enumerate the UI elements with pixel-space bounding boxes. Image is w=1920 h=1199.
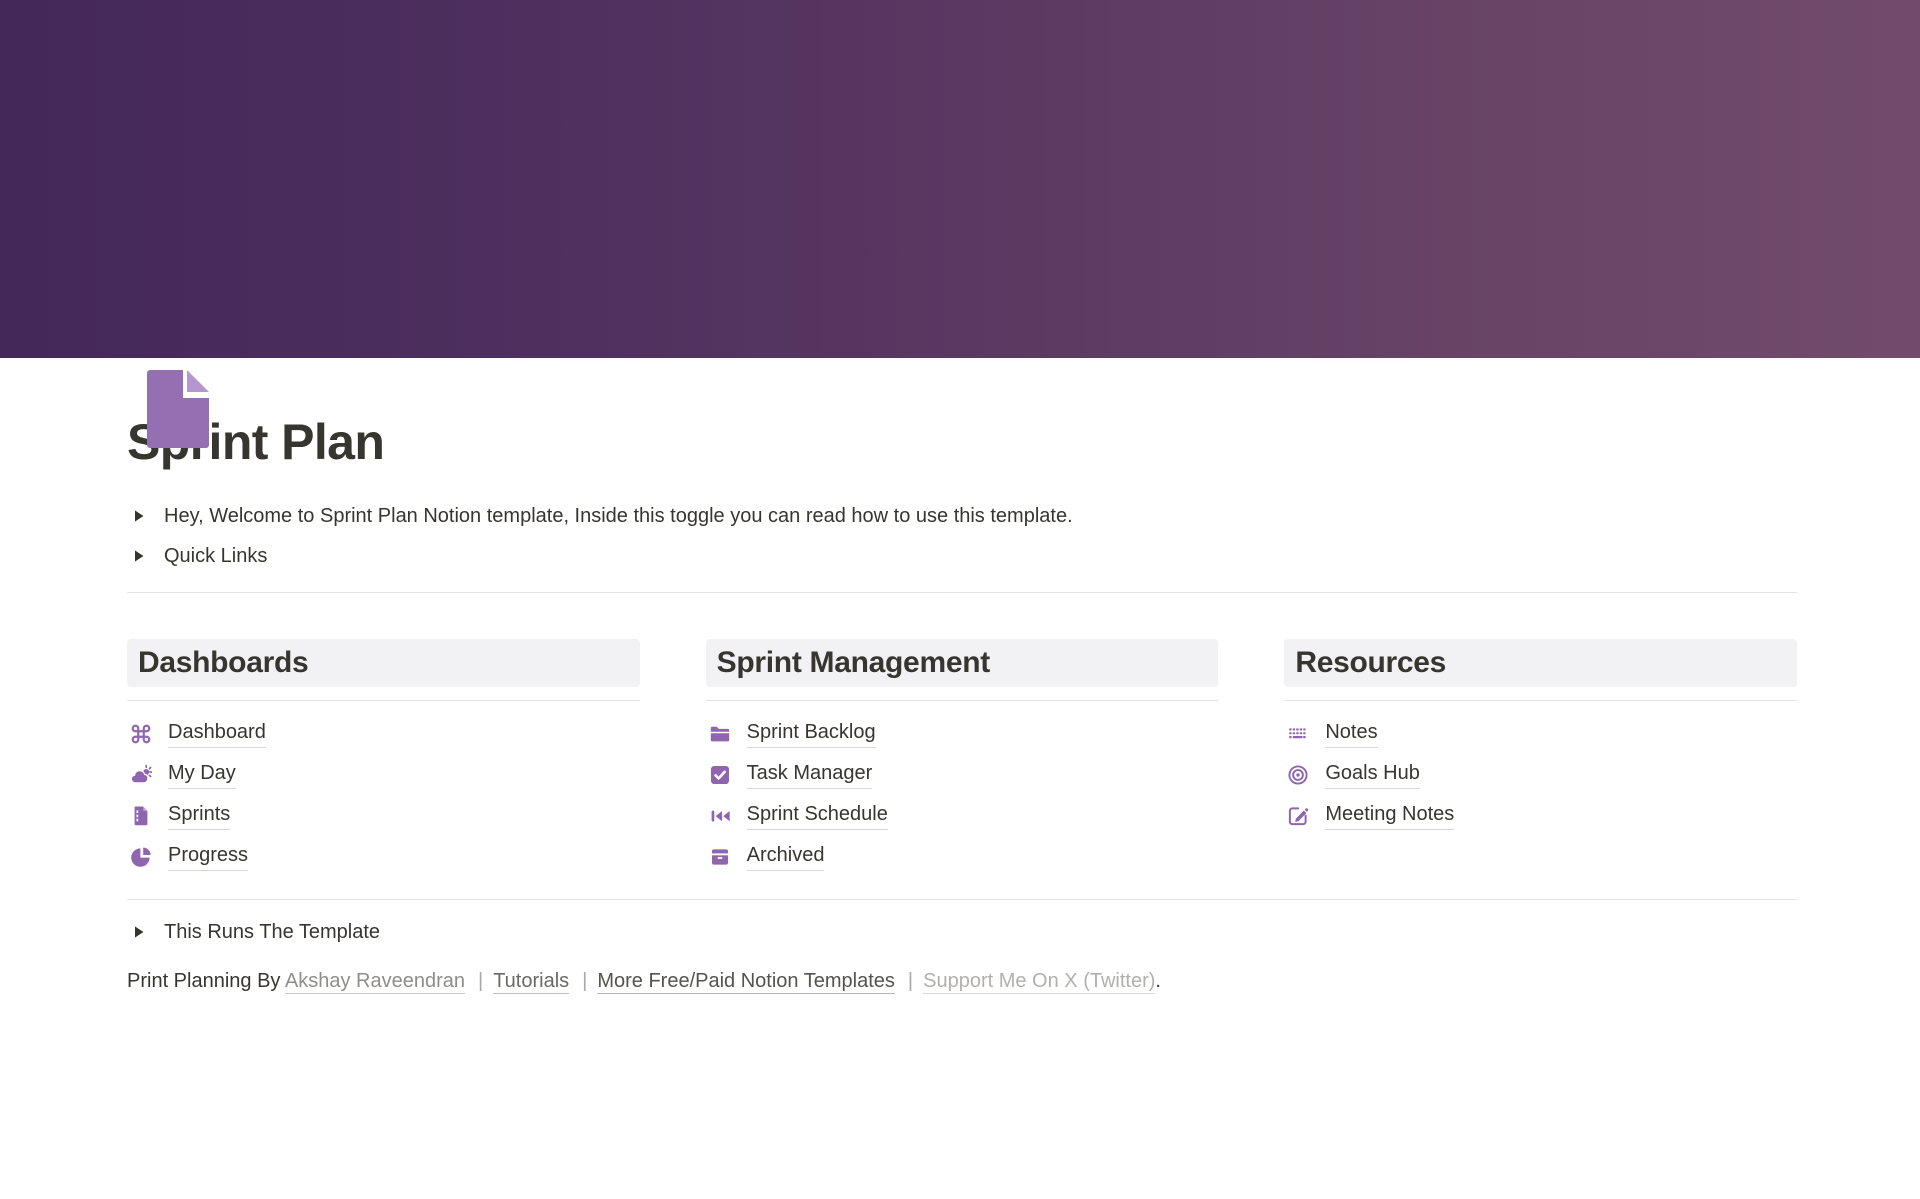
page-link-label: Task Manager: [747, 760, 873, 789]
toggle-welcome[interactable]: Hey, Welcome to Sprint Plan Notion templ…: [127, 496, 1797, 536]
edit-icon: [1286, 804, 1310, 828]
page-link-notes[interactable]: Notes: [1284, 713, 1797, 754]
page-link-progress[interactable]: Progress: [127, 836, 640, 877]
divider: [127, 592, 1797, 593]
journal-icon: [129, 804, 153, 828]
page-link-sprints[interactable]: Sprints: [127, 795, 640, 836]
column-heading-sprint-management: Sprint Management: [706, 639, 1219, 687]
toggle-quick-links-label: Quick Links: [164, 545, 267, 568]
page-link-sprint-backlog[interactable]: Sprint Backlog: [706, 713, 1219, 754]
toggle-welcome-label: Hey, Welcome to Sprint Plan Notion templ…: [164, 505, 1073, 528]
toggle-list: Hey, Welcome to Sprint Plan Notion templ…: [127, 496, 1797, 576]
page-link-goals-hub[interactable]: Goals Hub: [1284, 754, 1797, 795]
toggle-arrow-icon[interactable]: [127, 544, 151, 568]
divider: [127, 700, 640, 701]
page-link-label: Dashboard: [168, 719, 266, 748]
toggle-arrow-icon[interactable]: [127, 920, 151, 944]
page-link-task-manager[interactable]: Task Manager: [706, 754, 1219, 795]
page-link-dashboard[interactable]: Dashboard: [127, 713, 640, 754]
target-icon: [1286, 763, 1310, 787]
footer-prefix: Print Planning By: [127, 970, 285, 992]
keyboard-icon: [1286, 722, 1310, 746]
footer-link-tutorials[interactable]: Tutorials: [493, 970, 569, 994]
page-link-label: Meeting Notes: [1325, 801, 1454, 830]
footer-separator: |: [478, 970, 483, 992]
toggle-runs-template[interactable]: This Runs The Template: [127, 912, 1797, 952]
page-link-sprint-schedule[interactable]: Sprint Schedule: [706, 795, 1219, 836]
page-link-meeting-notes[interactable]: Meeting Notes: [1284, 795, 1797, 836]
footer-link-author[interactable]: Akshay Raveendran: [285, 970, 465, 994]
page-cover: [0, 0, 1920, 358]
document-icon: [145, 370, 211, 448]
folder-icon: [708, 722, 732, 746]
footer-link-more-templates[interactable]: More Free/Paid Notion Templates: [597, 970, 895, 994]
page-link-label: Progress: [168, 842, 248, 871]
footer-separator: |: [582, 970, 587, 992]
rewind-icon: [708, 804, 732, 828]
toggle-quick-links[interactable]: Quick Links: [127, 536, 1797, 576]
checkbox-icon: [708, 763, 732, 787]
column-heading-dashboards: Dashboards: [127, 639, 640, 687]
page-link-label: Goals Hub: [1325, 760, 1420, 789]
column-dashboards: Dashboards Dashboard: [127, 639, 640, 877]
pie-chart-icon: [129, 845, 153, 869]
divider: [1284, 700, 1797, 701]
command-icon: [129, 722, 153, 746]
footer-credits: Print Planning By Akshay Raveendran | Tuto…: [127, 966, 1797, 996]
page-link-my-day[interactable]: My Day: [127, 754, 640, 795]
page-link-label: Sprint Backlog: [747, 719, 876, 748]
page-document-icon[interactable]: [145, 370, 211, 448]
footer-link-support-x[interactable]: Support Me On X (Twitter): [923, 970, 1155, 994]
divider: [127, 899, 1797, 900]
page-link-label: Archived: [747, 842, 825, 871]
divider: [706, 700, 1219, 701]
page-content: Sprint Plan Hey, Welcome to Sprint Plan …: [127, 412, 1797, 996]
column-resources: Resources Notes: [1284, 639, 1797, 877]
footer-suffix: .: [1155, 970, 1161, 992]
page-link-label: My Day: [168, 760, 236, 789]
toggle-arrow-icon[interactable]: [127, 504, 151, 528]
page-link-archived[interactable]: Archived: [706, 836, 1219, 877]
page-title[interactable]: Sprint Plan: [127, 412, 1797, 472]
column-sprint-management: Sprint Management Sprint Backlog: [706, 639, 1219, 877]
page-link-label: Sprints: [168, 801, 230, 830]
page-link-label: Sprint Schedule: [747, 801, 888, 830]
archive-icon: [708, 845, 732, 869]
link-columns: Dashboards Dashboard: [127, 639, 1797, 877]
sun-cloud-icon: [129, 763, 153, 787]
page-link-label: Notes: [1325, 719, 1377, 748]
column-heading-resources: Resources: [1284, 639, 1797, 687]
toggle-runs-template-label: This Runs The Template: [164, 921, 380, 944]
footer-separator: |: [908, 970, 913, 992]
